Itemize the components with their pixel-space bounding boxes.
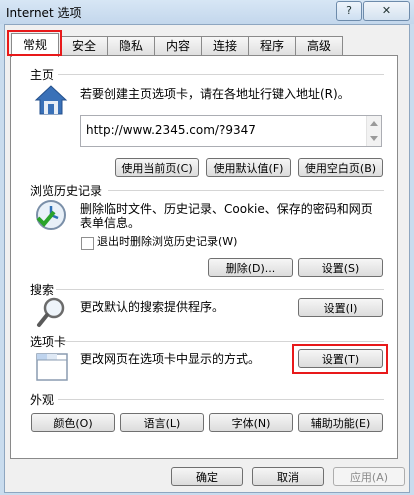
search-description: 更改默认的搜索提供程序。 — [80, 300, 225, 314]
help-button[interactable]: ? — [336, 1, 362, 21]
tab-advanced[interactable]: 高级 — [295, 36, 343, 56]
colors-button[interactable]: 颜色(O) — [31, 413, 115, 432]
divider — [108, 190, 384, 191]
tab-highlight-box — [7, 30, 62, 56]
delete-history-button[interactable]: 删除(D)... — [208, 258, 293, 277]
tab-privacy[interactable]: 隐私 — [107, 36, 155, 56]
tabs-description: 更改网页在选项卡中显示的方式。 — [80, 352, 261, 366]
accessibility-button[interactable]: 辅助功能(E) — [298, 413, 383, 432]
languages-button[interactable]: 语言(L) — [120, 413, 204, 432]
homepage-url-text: http://www.2345.com/?9347 — [86, 123, 256, 137]
close-button[interactable]: ✕ — [363, 1, 410, 21]
search-icon — [36, 296, 68, 328]
homepage-url-field[interactable]: http://www.2345.com/?9347 — [80, 115, 382, 147]
divider — [66, 341, 384, 342]
apply-button[interactable]: 应用(A) — [333, 467, 405, 486]
homepage-description: 若要创建主页选项卡，请在各地址行键入地址(R)。 — [80, 87, 350, 101]
tab-content[interactable]: 内容 — [154, 36, 202, 56]
tabs-settings-button[interactable]: 设置(T) — [298, 349, 383, 368]
close-icon: ✕ — [381, 4, 392, 17]
search-settings-button[interactable]: 设置(I) — [298, 298, 383, 317]
tab-connections[interactable]: 连接 — [201, 36, 249, 56]
tab-security[interactable]: 安全 — [60, 36, 108, 56]
history-section-title: 浏览历史记录 — [30, 184, 103, 198]
use-current-page-button[interactable]: 使用当前页(C) — [115, 158, 199, 177]
divider — [58, 74, 384, 75]
cancel-button[interactable]: 取消 — [252, 467, 324, 486]
history-icon — [34, 198, 68, 232]
window-title: Internet 选项 — [6, 6, 82, 20]
divider — [56, 289, 384, 290]
homepage-section-title: 主页 — [30, 68, 55, 82]
divider — [58, 399, 384, 400]
help-icon: ? — [346, 4, 352, 17]
use-blank-button[interactable]: 使用空白页(B) — [298, 158, 383, 177]
use-default-button[interactable]: 使用默认值(F) — [206, 158, 291, 177]
history-description-line2: 表单信息。 — [80, 216, 141, 230]
tabs-icon — [35, 350, 69, 382]
delete-history-on-exit-checkbox[interactable] — [81, 237, 94, 250]
tab-programs[interactable]: 程序 — [248, 36, 296, 56]
ok-button[interactable]: 确定 — [171, 467, 243, 486]
tabs-section-title: 选项卡 — [30, 335, 67, 349]
home-icon — [34, 84, 68, 116]
history-settings-button[interactable]: 设置(S) — [298, 258, 383, 277]
url-scrollbar[interactable] — [366, 116, 381, 146]
fonts-button[interactable]: 字体(N) — [209, 413, 293, 432]
appearance-section-title: 外观 — [30, 393, 55, 407]
delete-history-on-exit-label: 退出时删除浏览历史记录(W) — [97, 235, 238, 248]
